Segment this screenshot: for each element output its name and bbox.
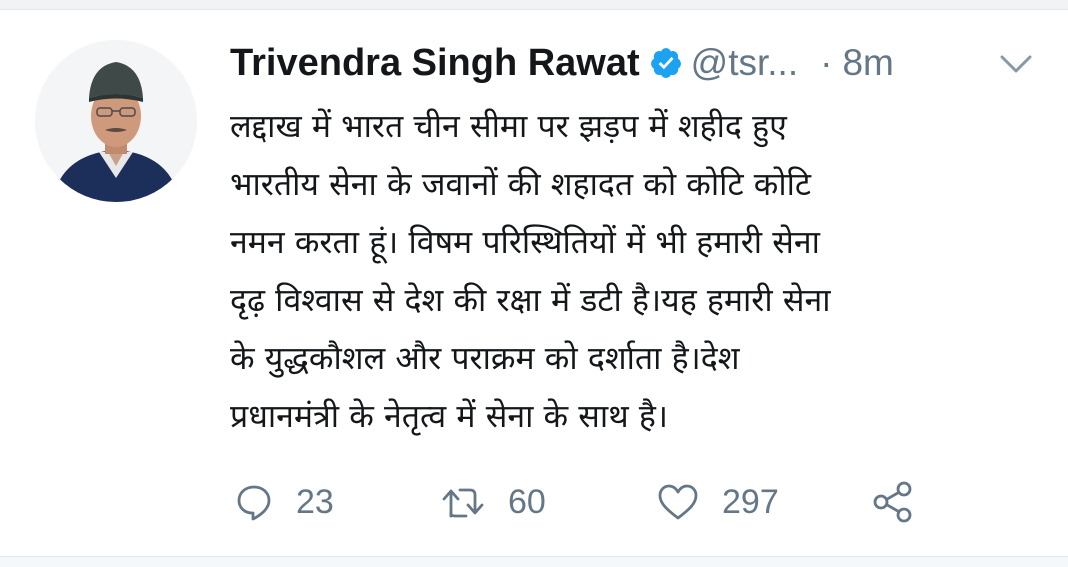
author-handle[interactable]: @tsr... [691,42,798,84]
tweet-text-line: लद्दाख में भारत चीन सीमा पर झड़प में शही… [230,107,787,145]
tweet-header: Trivendra Singh Rawat @tsr... · 8m [230,38,894,88]
tweet-text-line: दृढ़ विश्वास से देश की रक्षा में डटी है।… [230,281,831,319]
action-bar: 23 60 297 [230,478,930,526]
timestamp[interactable]: 8m [842,42,893,84]
tweet-text-line: प्रधानमंत्री के नेतृत्व में सेना के साथ … [230,397,668,435]
tweet-text-line: भारतीय सेना के जवानों की शहादत को कोटि क… [230,165,812,203]
reply-icon [237,485,271,521]
reply-count: 23 [296,482,334,521]
share-icon [873,481,912,523]
like-count: 297 [722,482,779,521]
retweet-count: 60 [508,482,546,521]
tweet-text-line: के युद्धकौशल और पराक्रम को दर्शाता है।दे… [230,339,740,377]
tweet-text: लद्दाख में भारत चीन सीमा पर झड़प में शही… [230,97,1060,445]
reply-button[interactable]: 23 [234,478,334,526]
retweet-icon [442,488,484,518]
retweet-button[interactable]: 60 [440,478,546,526]
heart-icon [658,484,698,520]
tweet-card[interactable]: Trivendra Singh Rawat @tsr... · 8m लद्दा… [0,0,1068,567]
verified-badge-icon [650,48,681,78]
author-name[interactable]: Trivendra Singh Rawat [230,42,640,85]
chevron-down-icon[interactable] [998,50,1034,78]
tweet-text-line: नमन करता हूं। विषम परिस्थितियों में भी ह… [230,223,820,261]
separator-dot: · [820,42,833,83]
avatar[interactable] [35,40,197,202]
like-button[interactable]: 297 [656,478,779,526]
top-divider [0,0,1068,10]
avatar-image [35,40,197,202]
bottom-divider [0,556,1068,567]
share-button[interactable] [870,478,916,526]
